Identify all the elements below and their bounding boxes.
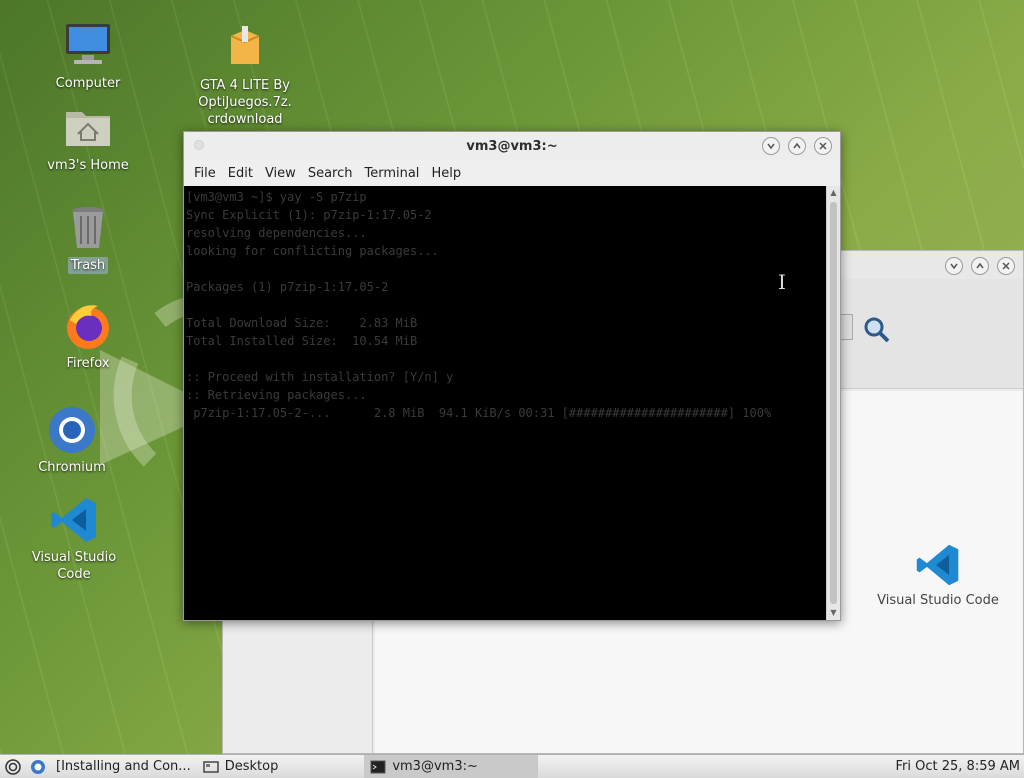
distro-menu-icon xyxy=(5,758,21,775)
taskbar-clock[interactable]: Fri Oct 25, 8:59 AM xyxy=(896,759,1024,774)
scrollbar-thumb[interactable] xyxy=(830,202,837,604)
vscode-icon xyxy=(916,544,959,586)
terminal-scrollbar[interactable]: ▲ ▼ xyxy=(826,186,840,620)
terminal-window-controls xyxy=(762,137,832,155)
desktop-icon-trash[interactable]: Trash xyxy=(33,202,143,274)
desktop-icon-label: vm3's Home xyxy=(47,158,129,173)
taskbar-item-label: Desktop xyxy=(224,759,279,774)
taskbar: [Installing and Con... Desktop vm3@vm3:~… xyxy=(0,754,1024,778)
desktop-icon-computer[interactable]: Computer xyxy=(33,20,143,92)
close-icon xyxy=(819,142,827,150)
terminal-line: :: Proceed with installation? [Y/n] y xyxy=(186,370,454,384)
terminal-line xyxy=(186,350,824,368)
home-folder-icon xyxy=(66,112,110,146)
taskbar-item-label: [Installing and Con... xyxy=(56,759,191,774)
computer-icon xyxy=(66,24,110,64)
desktop-icon-label: Trash xyxy=(67,257,109,274)
desktop-icon-label-line-3: crdownload xyxy=(207,112,283,127)
chevron-down-icon xyxy=(767,143,775,150)
app-item-label: Visual Studio Code xyxy=(877,593,999,608)
terminal-line: Total Download Size: 2.83 MiB xyxy=(186,316,418,330)
taskbar-item-terminal[interactable]: vm3@vm3:~ xyxy=(364,755,538,778)
terminal-screen[interactable]: [vm3@vm3 ~]$ yay -S p7zip Sync Explicit … xyxy=(184,186,826,620)
terminal-line xyxy=(186,296,824,314)
close-button[interactable] xyxy=(814,137,832,155)
desktop-icon-firefox[interactable]: Firefox xyxy=(33,300,143,372)
terminal-line: p7zip-1:17.05-2-... 2.8 MiB 94.1 KiB/s 0… xyxy=(186,406,772,420)
terminal-window[interactable]: vm3@vm3:~ File Edit View Search Terminal… xyxy=(183,131,841,621)
desktop-icon-vscode[interactable]: Visual Studio Code xyxy=(19,494,129,583)
vscode-icon xyxy=(51,498,96,542)
menu-edit[interactable]: Edit xyxy=(222,166,259,181)
search-icon xyxy=(864,317,890,343)
browser-launcher[interactable] xyxy=(26,755,50,778)
minimize-button[interactable] xyxy=(762,137,780,155)
terminal-line: Sync Explicit (1): p7zip-1:17.05-2 xyxy=(186,208,432,222)
close-button[interactable] xyxy=(997,257,1015,275)
menu-terminal[interactable]: Terminal xyxy=(358,166,425,181)
window-menu-icon[interactable] xyxy=(194,140,204,150)
minimize-button[interactable] xyxy=(945,257,963,275)
terminal-titlebar[interactable]: vm3@vm3:~ xyxy=(184,132,840,160)
terminal-line: Packages (1) p7zip-1:17.05-2 xyxy=(186,280,389,294)
menu-file[interactable]: File xyxy=(188,166,222,181)
menu-help[interactable]: Help xyxy=(425,166,467,181)
desktop-icon-label-line-2: OptiJuegos.7z. xyxy=(198,95,292,110)
taskbar-item-installing[interactable]: [Installing and Con... xyxy=(50,755,197,778)
chevron-up-icon xyxy=(976,262,984,269)
terminal-title: vm3@vm3:~ xyxy=(466,138,558,154)
desktop-icon-gta-download[interactable]: GTA 4 LITE By OptiJuegos.7z. crdownload xyxy=(190,22,300,128)
menu-button[interactable] xyxy=(0,755,26,778)
terminal-menubar: File Edit View Search Terminal Help xyxy=(184,160,840,186)
terminal-line: looking for conflicting packages... xyxy=(186,244,439,258)
desktop-icon-label: Chromium xyxy=(38,460,106,475)
desktop-icon-label-line-1: GTA 4 LITE By xyxy=(200,78,290,93)
search-button[interactable] xyxy=(861,314,893,346)
maximize-button[interactable] xyxy=(971,257,989,275)
terminal-line: Total Installed Size: 10.54 MiB xyxy=(186,334,418,348)
scroll-down-arrow-icon[interactable]: ▼ xyxy=(827,606,840,620)
terminal-icon xyxy=(370,760,386,773)
scroll-up-arrow-icon[interactable]: ▲ xyxy=(827,186,840,200)
desktop-icon-label: Firefox xyxy=(66,356,110,371)
package-file-icon xyxy=(230,26,260,64)
terminal-line xyxy=(186,260,824,278)
terminal-line: :: Retrieving packages... xyxy=(186,388,367,402)
close-icon xyxy=(1002,262,1010,270)
desktop-icon-label: Computer xyxy=(55,76,121,91)
background-window-controls xyxy=(945,257,1015,275)
chromium-icon xyxy=(31,759,45,774)
chevron-up-icon xyxy=(793,142,801,149)
chromium-icon xyxy=(49,407,95,453)
firefox-icon xyxy=(67,305,109,349)
text-cursor-icon: I xyxy=(778,270,786,294)
desktop-icon-home[interactable]: vm3's Home xyxy=(33,102,143,174)
menu-view[interactable]: View xyxy=(259,166,302,181)
trash-icon xyxy=(72,207,104,248)
desktop-icon-label: Visual Studio Code xyxy=(31,550,117,582)
terminal-line: resolving dependencies... xyxy=(186,226,367,240)
taskbar-item-label: vm3@vm3:~ xyxy=(392,759,478,774)
taskbar-item-desktop[interactable]: Desktop xyxy=(197,755,285,778)
chevron-down-icon xyxy=(950,263,958,270)
maximize-button[interactable] xyxy=(788,137,806,155)
desktop-icon-chromium[interactable]: Chromium xyxy=(17,404,127,476)
app-item-vscode[interactable]: Visual Studio Code xyxy=(853,541,1023,608)
desktop-icon xyxy=(202,760,219,773)
menu-search[interactable]: Search xyxy=(302,166,359,181)
terminal-line: [vm3@vm3 ~]$ yay -S p7zip xyxy=(186,190,367,204)
